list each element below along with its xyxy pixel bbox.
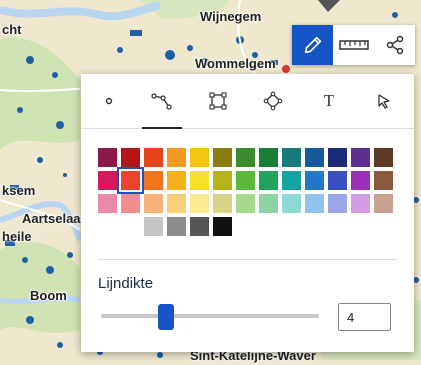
rectangle-icon: [209, 92, 227, 110]
color-swatch[interactable]: [351, 171, 370, 190]
color-swatch[interactable]: [374, 171, 393, 190]
color-swatch[interactable]: [190, 194, 209, 213]
stroke-width-slider-thumb[interactable]: [158, 304, 175, 330]
draw-tool-tabs: T: [81, 74, 414, 129]
color-swatch[interactable]: [121, 148, 140, 167]
color-swatch[interactable]: [121, 194, 140, 213]
stroke-width-input[interactable]: [338, 303, 391, 331]
color-swatch[interactable]: [98, 194, 117, 213]
draw-button[interactable]: [292, 25, 333, 65]
color-swatch[interactable]: [328, 171, 347, 190]
color-swatch[interactable]: [167, 148, 186, 167]
color-swatch[interactable]: [282, 171, 301, 190]
color-swatch[interactable]: [167, 171, 186, 190]
color-swatch[interactable]: [328, 194, 347, 213]
tab-line[interactable]: [138, 74, 186, 129]
divider: [98, 259, 397, 260]
color-swatch[interactable]: [374, 148, 393, 167]
color-swatch[interactable]: [236, 171, 255, 190]
color-swatch[interactable]: [328, 148, 347, 167]
share-icon: [386, 35, 403, 55]
color-swatch[interactable]: [213, 148, 232, 167]
map-label-cht: cht: [2, 22, 22, 37]
map-toolbar: [292, 25, 415, 65]
color-swatch[interactable]: [259, 148, 278, 167]
color-swatch[interactable]: [144, 148, 163, 167]
color-swatch[interactable]: [190, 217, 209, 236]
tab-select[interactable]: [360, 74, 408, 128]
color-swatch[interactable]: [190, 171, 209, 190]
color-swatch[interactable]: [98, 148, 117, 167]
map-label-ksem: ksem: [2, 183, 36, 198]
color-swatch[interactable]: [282, 194, 301, 213]
map-label-boom: Boom: [30, 288, 67, 303]
color-swatch[interactable]: [213, 194, 232, 213]
color-swatch[interactable]: [305, 148, 324, 167]
share-button[interactable]: [374, 25, 415, 65]
stroke-width-label: Lijndikte: [98, 275, 154, 292]
color-swatch[interactable]: [305, 171, 324, 190]
tab-polygon[interactable]: [249, 74, 297, 128]
measure-button[interactable]: [333, 25, 374, 65]
map-label-aartselaar: Aartselaa: [22, 211, 81, 226]
color-swatch[interactable]: [282, 148, 301, 167]
tab-rectangle[interactable]: [194, 74, 242, 128]
color-swatch[interactable]: [98, 171, 117, 190]
text-icon: T: [323, 91, 335, 110]
color-swatch[interactable]: [259, 171, 278, 190]
point-icon: [105, 97, 113, 105]
map-label-heile: heile: [2, 229, 32, 244]
color-swatch[interactable]: [117, 167, 144, 194]
color-swatch[interactable]: [374, 194, 393, 213]
color-swatch[interactable]: [144, 171, 163, 190]
color-swatch[interactable]: [144, 194, 163, 213]
color-swatch[interactable]: [259, 194, 278, 213]
tab-text[interactable]: T: [305, 74, 353, 128]
map-label-wijnegem: Wijnegem: [200, 9, 262, 24]
color-swatch[interactable]: [167, 194, 186, 213]
color-swatch[interactable]: [351, 148, 370, 167]
color-swatch[interactable]: [213, 171, 232, 190]
polygon-icon: [263, 91, 283, 111]
pencil-icon: [304, 36, 321, 54]
ruler-icon: [338, 40, 369, 50]
color-swatch[interactable]: [167, 217, 186, 236]
color-swatch[interactable]: [305, 194, 324, 213]
color-swatch[interactable]: [213, 217, 232, 236]
color-swatch[interactable]: [236, 194, 255, 213]
tab-point[interactable]: [85, 74, 133, 128]
draw-panel: T Lijndikte: [81, 74, 414, 352]
cursor-arrow-icon: [378, 94, 390, 109]
color-swatch[interactable]: [190, 148, 209, 167]
color-swatch[interactable]: [144, 217, 163, 236]
polyline-icon: [151, 93, 172, 110]
color-swatch[interactable]: [236, 148, 255, 167]
stroke-width-slider[interactable]: [101, 314, 319, 318]
color-swatch[interactable]: [351, 194, 370, 213]
map-label-wommelgem: Wommelgem: [195, 56, 276, 71]
